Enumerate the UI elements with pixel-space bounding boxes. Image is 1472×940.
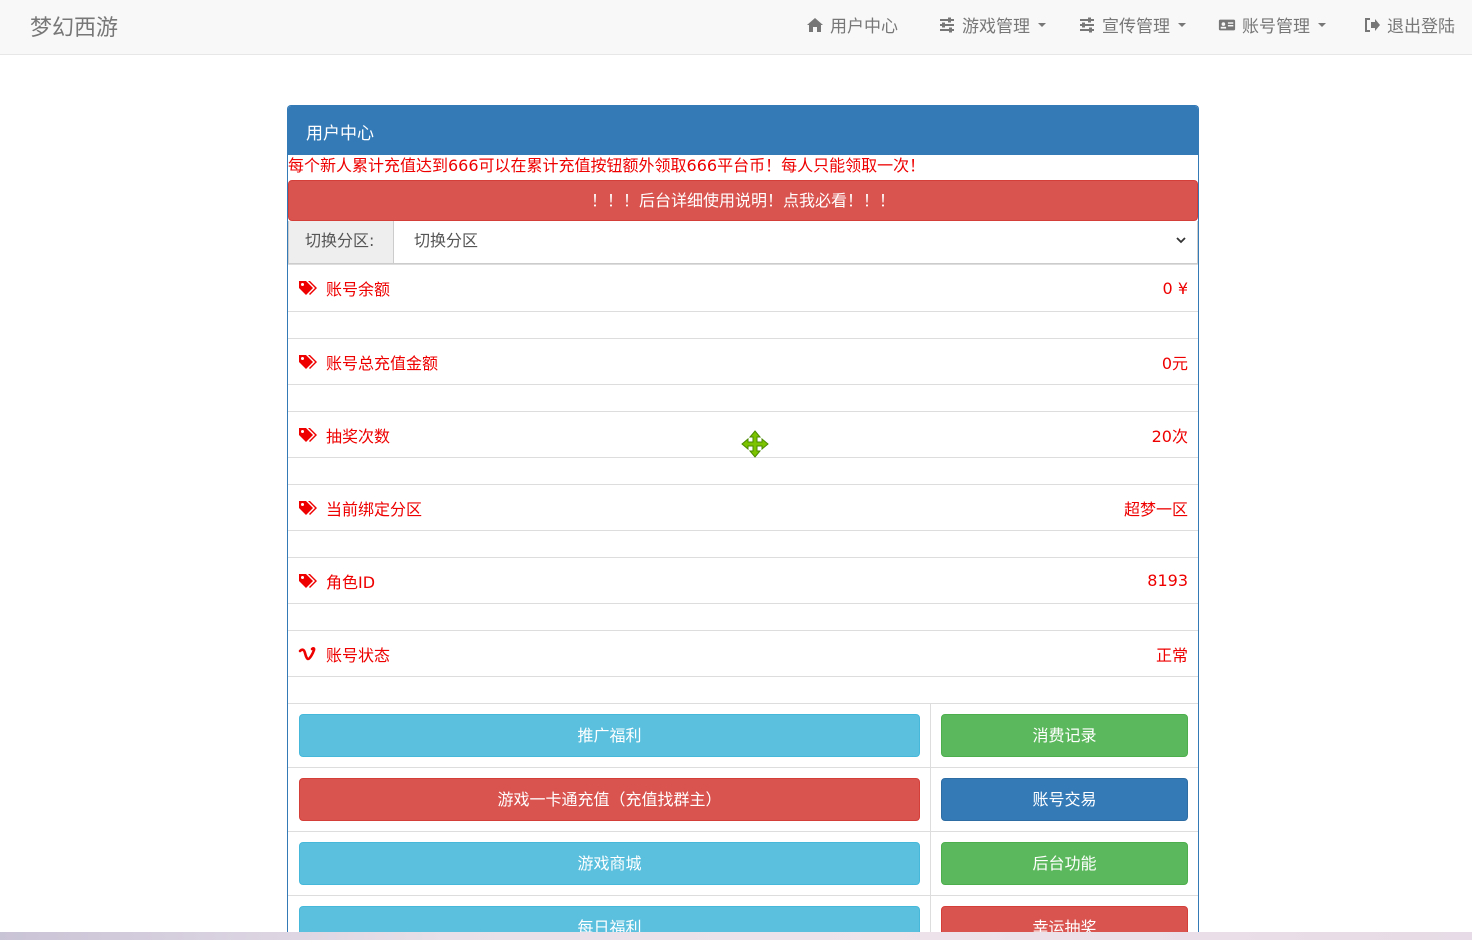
chevron-down-icon xyxy=(1038,22,1046,27)
info-label-account-status: 账号状态 xyxy=(326,645,391,665)
zone-switch-row: 切换分区: 切换分区 xyxy=(288,221,1198,265)
button-row: 游戏商城 后台功能 xyxy=(288,831,1198,895)
game-store-button[interactable]: 游戏商城 xyxy=(299,842,920,885)
info-row-account-status: 账号状态 正常 xyxy=(288,630,1198,677)
nav-game-management[interactable]: 游戏管理 xyxy=(938,12,1046,37)
sign-out-icon xyxy=(1365,17,1380,32)
sliders-icon xyxy=(940,17,954,32)
move-cursor-icon xyxy=(741,430,769,458)
new-user-notice: 每个新人累计充值达到666可以在累计充值按钮额外领取666平台币！每人只能领取一… xyxy=(288,156,926,175)
nav-game-management-label: 游戏管理 xyxy=(962,17,1030,37)
taskbar-strip xyxy=(0,932,1472,940)
id-card-icon xyxy=(1218,19,1236,30)
home-icon xyxy=(807,17,823,32)
button-row: 推广福利 消费记录 xyxy=(288,703,1198,767)
tags-icon xyxy=(299,573,317,588)
info-row-role-id: 角色ID 8193 xyxy=(288,557,1198,604)
info-value-bound-zone: 超梦一区 xyxy=(1123,499,1188,519)
chevron-down-icon xyxy=(1178,22,1186,27)
game-card-recharge-button[interactable]: 游戏一卡通充值（充值找群主） xyxy=(299,778,920,821)
account-trade-button[interactable]: 账号交易 xyxy=(941,778,1188,821)
nav-promo-management-label: 宣传管理 xyxy=(1102,17,1170,37)
zone-switch-label: 切换分区: xyxy=(288,221,394,264)
chevron-down-icon xyxy=(1176,237,1186,244)
nav-user-center[interactable]: 用户中心 xyxy=(806,12,898,37)
tags-icon xyxy=(299,427,317,442)
info-label-balance: 账号余额 xyxy=(326,280,391,299)
nav-account-management-label: 账号管理 xyxy=(1242,17,1310,37)
button-row: 游戏一卡通充值（充值找群主） 账号交易 xyxy=(288,767,1198,831)
vimeo-icon xyxy=(298,646,316,660)
admin-functions-button[interactable]: 后台功能 xyxy=(941,842,1188,885)
sliders-icon xyxy=(1080,17,1094,32)
nav-promo-management[interactable]: 宣传管理 xyxy=(1078,12,1186,37)
info-label-total-recharge: 账号总充值金额 xyxy=(326,353,439,373)
consumption-record-button[interactable]: 消费记录 xyxy=(941,714,1188,757)
panel-title: 用户中心 xyxy=(288,106,1198,155)
zone-select[interactable]: 切换分区 xyxy=(394,221,1198,264)
promo-benefit-button[interactable]: 推广福利 xyxy=(299,714,920,757)
info-label-bound-zone: 当前绑定分区 xyxy=(326,499,423,519)
user-center-panel: 用户中心 每个新人累计充值达到666可以在累计充值按钮额外领取666平台币！每人… xyxy=(287,105,1199,940)
info-label-lottery-count: 抽奖次数 xyxy=(326,426,391,446)
info-row-balance: 账号余额 0 ¥ xyxy=(288,265,1198,312)
brand-logo[interactable]: 梦幻西游 xyxy=(30,10,118,42)
nav-logout[interactable]: 退出登陆 xyxy=(1363,12,1455,37)
help-guide-button[interactable]: ！！！后台详细使用说明！点我必看！！！ xyxy=(288,180,1198,221)
tags-icon xyxy=(299,500,317,515)
chevron-down-icon xyxy=(1318,22,1326,27)
tags-icon xyxy=(299,281,317,295)
info-value-balance: 0 ¥ xyxy=(1162,278,1188,298)
info-value-total-recharge: 0元 xyxy=(1161,353,1188,373)
tags-icon xyxy=(299,354,317,369)
info-value-role-id: 8193 xyxy=(1147,571,1188,590)
info-value-lottery-count: 20次 xyxy=(1151,426,1188,446)
zone-select-value: 切换分区 xyxy=(414,231,479,250)
info-row-bound-zone: 当前绑定分区 超梦一区 xyxy=(288,484,1198,531)
info-value-account-status: 正常 xyxy=(1155,645,1188,665)
nav-user-center-label: 用户中心 xyxy=(830,17,898,37)
nav-logout-label: 退出登陆 xyxy=(1387,17,1455,37)
info-row-total-recharge: 账号总充值金额 0元 xyxy=(288,338,1198,385)
nav-account-management[interactable]: 账号管理 xyxy=(1218,12,1326,37)
info-label-role-id: 角色ID xyxy=(326,572,376,592)
top-navbar: 梦幻西游 用户中心 游戏管理 宣传管理 账号管理 退出登陆 xyxy=(0,0,1472,55)
